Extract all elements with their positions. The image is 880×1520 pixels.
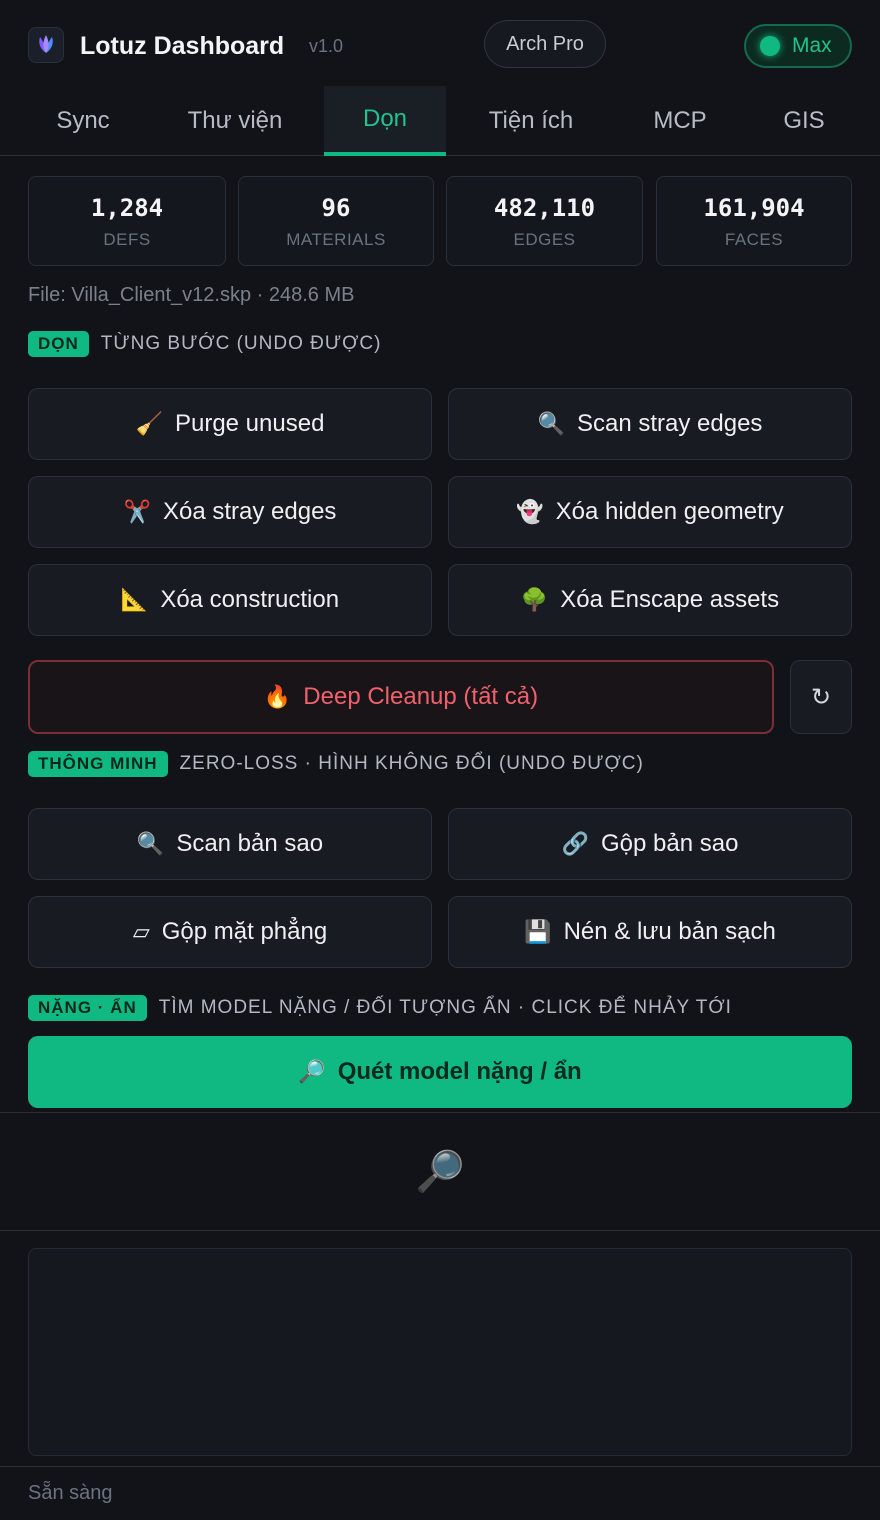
section-smart-header: THÔNG MINH ZERO-LOSS · HÌNH KHÔNG ĐỔI (U… xyxy=(28,751,644,777)
tab-utilities[interactable]: Tiện ích xyxy=(446,86,616,156)
button-label: Xóa construction xyxy=(160,586,340,613)
file-info: File: Villa_Client_v12.skp · 248.6 MB xyxy=(28,284,355,306)
stat-value: 161,904 xyxy=(703,194,805,222)
purge-unused-button[interactable]: 🧹 Purge unused xyxy=(28,388,432,460)
compress-save-button[interactable]: 💾 Nén & lưu bản sạch xyxy=(448,896,852,968)
scan-stray-edges-button[interactable]: 🔍 Scan stray edges xyxy=(448,388,852,460)
fire-icon: 🔥 xyxy=(263,684,292,709)
magnifier-icon: 🔎 xyxy=(298,1059,326,1084)
tab-gis[interactable]: GIS xyxy=(744,86,864,156)
button-label: Gộp bản sao xyxy=(600,830,739,857)
status-dot-icon xyxy=(760,36,780,56)
delete-construction-button[interactable]: 📐 Xóa construction xyxy=(28,564,432,636)
broom-icon: 🧹 xyxy=(135,411,163,436)
app-header: Lotuz Dashboard v1.0 Arch Pro Max xyxy=(0,0,880,86)
button-label: Nén & lưu bản sạch xyxy=(563,918,776,945)
stat-label: FACES xyxy=(724,230,784,249)
button-label: Xóa hidden geometry xyxy=(555,498,784,525)
button-label: Quét model nặng / ẩn xyxy=(337,1058,582,1085)
delete-stray-edges-button[interactable]: ✂️ Xóa stray edges xyxy=(28,476,432,548)
link-icon: 🔗 xyxy=(561,831,589,856)
refresh-button[interactable]: ↻ xyxy=(790,660,852,734)
parallelogram-icon: ▱ xyxy=(132,919,150,944)
merge-duplicates-button[interactable]: 🔗 Gộp bản sao xyxy=(448,808,852,880)
button-label: Scan stray edges xyxy=(576,410,763,437)
button-label: Xóa Enscape assets xyxy=(560,586,780,613)
ghost-icon: 👻 xyxy=(516,499,544,524)
magnifier-icon: 🔎 xyxy=(415,1150,465,1194)
triangle-ruler-icon: 📐 xyxy=(120,587,149,612)
stat-value: 1,284 xyxy=(90,194,164,222)
floppy-disk-icon: 💾 xyxy=(524,919,552,944)
section-badge: DỌN xyxy=(28,331,89,357)
section-cleanup-header: DỌN TỪNG BƯỚC (UNDO ĐƯỢC) xyxy=(28,331,381,357)
stat-card-materials: 96 MATERIALS xyxy=(238,176,434,266)
section-badge: THÔNG MINH xyxy=(28,751,168,777)
app-title: Lotuz Dashboard xyxy=(80,32,285,60)
section-description: ZERO-LOSS · HÌNH KHÔNG ĐỔI (UNDO ĐƯỢC) xyxy=(179,753,644,774)
magnifier-icon: 🔍 xyxy=(537,411,565,436)
tab-cleanup[interactable]: Dọn xyxy=(324,86,446,156)
section-description: TỪNG BƯỚC (UNDO ĐƯỢC) xyxy=(100,333,382,354)
merge-planes-button[interactable]: ▱ Gộp mặt phẳng xyxy=(28,896,432,968)
results-empty-state: 🔎 xyxy=(0,1112,880,1231)
plan-pill[interactable]: Arch Pro xyxy=(484,20,606,68)
stat-label: DEFS xyxy=(103,230,151,249)
section-badge: NẶNG · ẨN xyxy=(28,995,147,1021)
delete-hidden-geometry-button[interactable]: 👻 Xóa hidden geometry xyxy=(448,476,852,548)
scissors-icon: ✂️ xyxy=(123,499,151,524)
tab-mcp[interactable]: MCP xyxy=(616,86,744,156)
log-panel[interactable] xyxy=(28,1248,852,1456)
app-version: v1.0 xyxy=(309,36,344,56)
magnifier-icon: 🔍 xyxy=(136,831,165,856)
deep-cleanup-button[interactable]: 🔥 Deep Cleanup (tất cả) xyxy=(28,660,774,734)
scan-duplicates-button[interactable]: 🔍 Scan bản sao xyxy=(28,808,432,880)
tree-icon: 🌳 xyxy=(520,587,549,612)
button-label: Deep Cleanup (tất cả) xyxy=(303,683,539,710)
status-bar: Sẵn sàng xyxy=(0,1466,880,1520)
section-description: TÌM MODEL NẶNG / ĐỐI TƯỢNG ẨN · CLICK ĐỂ… xyxy=(158,997,732,1018)
stat-label: MATERIALS xyxy=(286,230,386,249)
button-label: Scan bản sao xyxy=(176,830,324,857)
delete-enscape-assets-button[interactable]: 🌳 Xóa Enscape assets xyxy=(448,564,852,636)
stat-card-defs: 1,284 DEFS xyxy=(28,176,226,266)
button-label: Purge unused xyxy=(174,410,325,437)
button-label: Gộp mặt phẳng xyxy=(161,918,328,945)
tier-toggle[interactable]: Max xyxy=(744,24,852,68)
status-text: Sẵn sàng xyxy=(28,1482,113,1504)
tab-sync[interactable]: Sync xyxy=(0,86,166,156)
lotus-logo-icon xyxy=(28,27,64,63)
tier-label: Max xyxy=(792,34,832,57)
stat-card-faces: 161,904 FACES xyxy=(656,176,852,266)
scan-heavy-hidden-button[interactable]: 🔎 Quét model nặng / ẩn xyxy=(28,1036,852,1108)
tab-bar: Sync Thư viện Dọn Tiện ích MCP GIS xyxy=(0,86,880,156)
section-heavy-header: NẶNG · ẨN TÌM MODEL NẶNG / ĐỐI TƯỢNG ẨN … xyxy=(28,995,732,1021)
stats-row: 1,284 DEFS 96 MATERIALS 482,110 EDGES 16… xyxy=(28,176,852,266)
stat-value: 482,110 xyxy=(493,194,596,222)
stat-label: EDGES xyxy=(513,230,576,249)
stat-card-edges: 482,110 EDGES xyxy=(446,176,643,266)
refresh-icon: ↻ xyxy=(810,683,832,711)
stat-value: 96 xyxy=(321,194,351,222)
button-label: Xóa stray edges xyxy=(162,498,337,525)
tab-library[interactable]: Thư viện xyxy=(166,86,304,156)
